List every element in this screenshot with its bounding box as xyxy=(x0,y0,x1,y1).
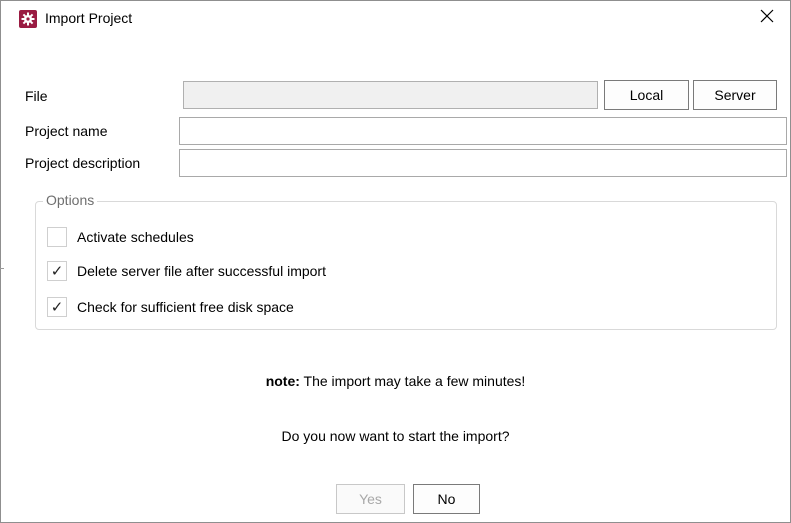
note-text: The import may take a few minutes! xyxy=(299,373,526,389)
close-icon xyxy=(760,9,774,26)
project-name-label: Project name xyxy=(25,123,108,139)
delete-server-file-label: Delete server file after successful impo… xyxy=(77,263,326,279)
gear-icon xyxy=(19,10,37,28)
file-path-field[interactable] xyxy=(183,81,598,109)
delete-server-file-option[interactable]: ✓ Delete server file after successful im… xyxy=(47,260,326,282)
file-label: File xyxy=(25,88,48,104)
close-button[interactable] xyxy=(744,1,790,34)
activate-schedules-checkbox[interactable] xyxy=(47,227,67,247)
project-name-input[interactable] xyxy=(179,117,787,145)
check-disk-space-option[interactable]: ✓ Check for sufficient free disk space xyxy=(47,296,294,318)
server-button[interactable]: Server xyxy=(693,80,777,110)
start-import-question: Do you now want to start the import? xyxy=(281,428,510,444)
options-legend: Options xyxy=(43,192,98,208)
local-button[interactable]: Local xyxy=(604,80,689,110)
dialog-title: Import Project xyxy=(45,10,133,26)
window-edge-mark xyxy=(0,268,4,269)
delete-server-file-checkbox[interactable]: ✓ xyxy=(47,261,67,281)
title-bar[interactable]: Import Project xyxy=(1,1,790,34)
project-description-input[interactable] xyxy=(179,149,787,177)
check-disk-space-label: Check for sufficient free disk space xyxy=(77,299,294,315)
dialog-content: File Local Server Project name Project d… xyxy=(1,34,790,522)
import-project-dialog: Import Project File Local Server Project… xyxy=(0,0,791,523)
yes-button[interactable]: Yes xyxy=(336,484,405,514)
activate-schedules-option[interactable]: Activate schedules xyxy=(47,226,194,248)
no-button[interactable]: No xyxy=(413,484,480,514)
project-description-label: Project description xyxy=(25,155,141,171)
note-prefix: note: xyxy=(265,373,300,389)
check-disk-space-checkbox[interactable]: ✓ xyxy=(47,297,67,317)
import-note: note: The import may take a few minutes! xyxy=(1,373,790,389)
activate-schedules-label: Activate schedules xyxy=(77,229,194,245)
